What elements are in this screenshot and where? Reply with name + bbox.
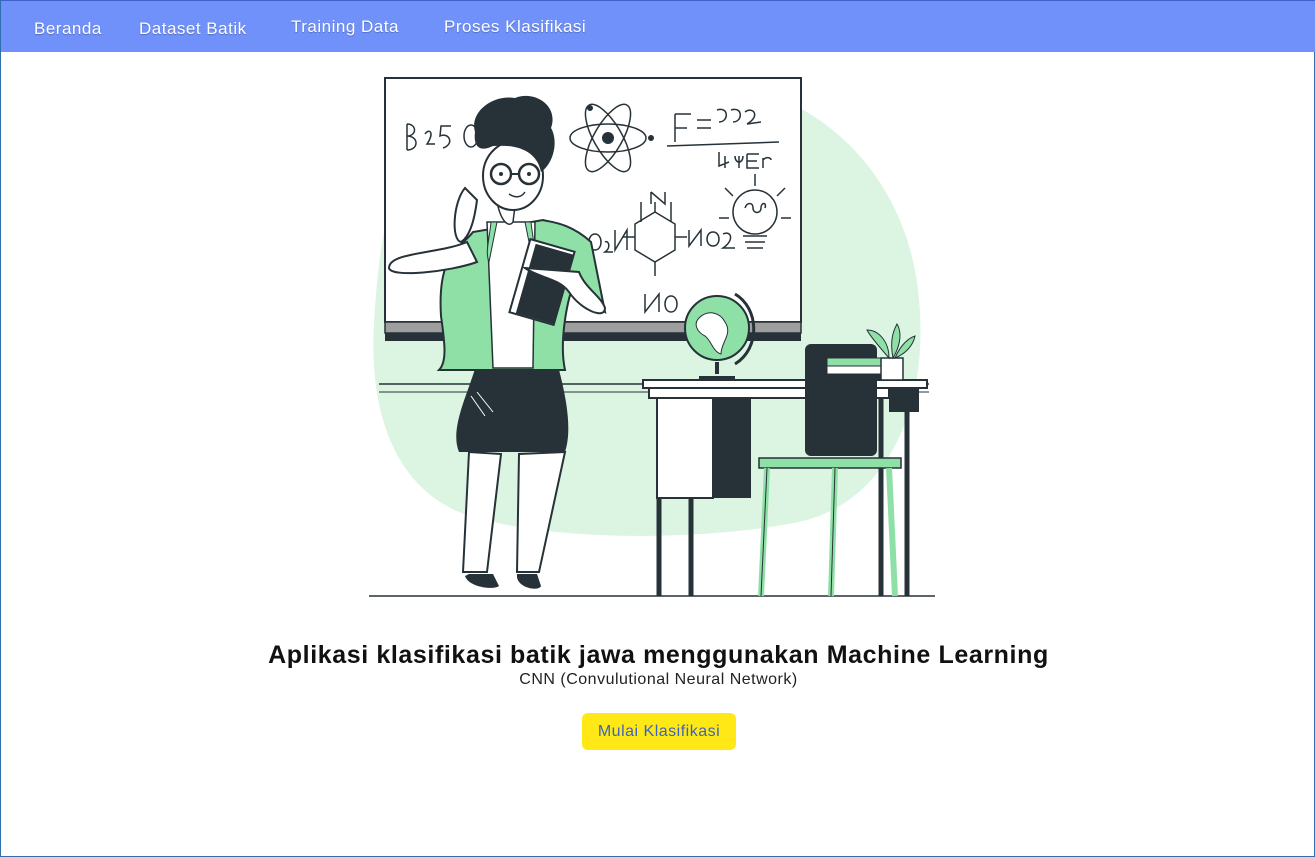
- nav-item-beranda[interactable]: Beranda: [34, 19, 102, 39]
- hero-subtitle: CNN (Convulutional Neural Network): [519, 671, 798, 688]
- teacher-illustration: [369, 77, 935, 597]
- nav-item-dataset-batik[interactable]: Dataset Batik: [139, 19, 247, 39]
- start-classification-button[interactable]: Mulai Klasifikasi: [582, 713, 736, 750]
- nav-item-proses-klasifikasi[interactable]: Proses Klasifikasi: [444, 17, 586, 37]
- top-navbar: Beranda Dataset Batik Training Data Pros…: [1, 0, 1315, 52]
- nav-item-training-data[interactable]: Training Data: [291, 17, 399, 37]
- hero-title: Aplikasi klasifikasi batik jawa mengguna…: [268, 641, 1049, 669]
- app-frame: Beranda Dataset Batik Training Data Pros…: [0, 0, 1315, 857]
